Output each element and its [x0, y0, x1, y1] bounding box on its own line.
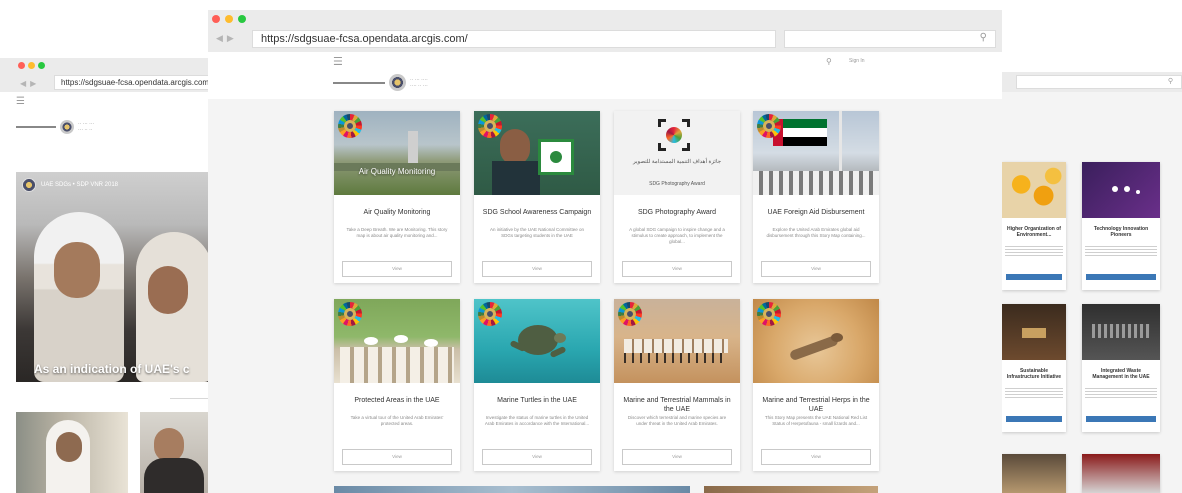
emblem-icon [22, 178, 36, 192]
view-button[interactable]: View [622, 261, 732, 277]
left-window: ☰ ·· ··· ··· ··· ·· ·· UAE SDGs • SDP VNR… [0, 92, 212, 493]
right-card-title: Integrated Waste Management in the UAE [1092, 368, 1150, 380]
card-herps[interactable]: Marine and Terrestrial Herps in the UAE … [753, 299, 879, 471]
card-school-awareness[interactable]: SDG School Awareness Campaign An initiat… [474, 111, 600, 283]
right-card-button[interactable] [1006, 274, 1062, 280]
hero-tag: UAE SDGs • SDP VNR 2018 [22, 178, 118, 192]
screenshot-stage: ◀▶ https://sdgsuae-fcsa.opendata.arcgis.… [0, 0, 1182, 493]
card-description: Investigate the status of marine turtles… [484, 415, 590, 426]
left-thumbnail-2[interactable] [140, 412, 212, 493]
card-description: Discover which terrestrial and marine sp… [627, 415, 727, 426]
right-card-title: Sustainable Infrastructure Initiative [1006, 368, 1062, 380]
search-icon[interactable]: ⚲ [826, 57, 832, 66]
left-hamburger-icon[interactable]: ☰ [16, 96, 25, 107]
card-title: Air Quality Monitoring [363, 209, 431, 216]
card-title: Protected Areas in the UAE [354, 397, 440, 404]
card-air-quality[interactable]: Air Quality Monitoring Air Quality Monit… [334, 111, 460, 283]
close-dot[interactable] [18, 62, 25, 69]
card-protected-areas[interactable]: Protected Areas in the UAE Take a virtua… [334, 299, 460, 471]
right-card-button[interactable] [1086, 274, 1156, 280]
card-mammals[interactable]: Marine and Terrestrial Mammals in the UA… [614, 299, 740, 471]
right-card-title: Higher Organization of Environment... [1007, 226, 1061, 238]
zoom-dot[interactable] [238, 15, 246, 23]
card-image-label: Air Quality Monitoring [358, 167, 436, 176]
left-hero-image[interactable]: UAE SDGs • SDP VNR 2018 As an indication… [16, 172, 212, 382]
card-description: An initiative by the UAE National Commit… [489, 227, 585, 238]
card-row-3-image-1[interactable] [334, 486, 690, 493]
right-card-6[interactable] [1082, 454, 1160, 493]
camera-frame-icon [658, 119, 690, 151]
hero-caption: As an indication of UAE's c [34, 362, 190, 376]
left-divider [170, 398, 210, 399]
sdg-badge-icon [757, 114, 781, 138]
card-description: Take a Deep Breath. We are Monitoring. T… [346, 227, 448, 238]
main-url-text: https://sdgsuae-fcsa.opendata.arcgis.com… [261, 33, 468, 45]
right-card-2[interactable]: Technology Innovation Pioneers [1082, 162, 1160, 290]
sdg-badge-icon [478, 302, 502, 326]
card-title: UAE Foreign Aid Disbursement [767, 209, 865, 216]
left-url-bar[interactable]: https://sdgsuae-fcsa.opendata.arcgis.com… [54, 75, 212, 90]
view-button[interactable]: View [342, 261, 452, 277]
card-description: Take a virtual tour of the United Arab E… [350, 415, 444, 426]
site-logo[interactable]: ·· ··· ···· ···· ·· ··· [333, 74, 428, 91]
card-title: Marine and Terrestrial Herps in the UAE [762, 397, 870, 413]
right-card-button[interactable] [1086, 416, 1156, 422]
right-search-icon[interactable]: ⚲ [1168, 77, 1173, 85]
right-card-1[interactable]: Higher Organization of Environment... [1002, 162, 1066, 290]
left-site-logo[interactable]: ·· ··· ··· ··· ·· ·· [16, 120, 94, 134]
minimize-dot[interactable] [28, 62, 35, 69]
view-button[interactable]: View [622, 449, 732, 465]
hamburger-icon[interactable]: ☰ [333, 55, 343, 68]
zoom-dot[interactable] [38, 62, 45, 69]
left-thumbnail-1[interactable] [16, 412, 128, 493]
card-title: SDG Photography Award [637, 209, 717, 216]
right-card-4[interactable]: Integrated Waste Management in the UAE [1082, 304, 1160, 432]
main-search-bar[interactable]: ⚲ [784, 30, 996, 48]
main-nav-arrows-icon[interactable]: ◀▶ [216, 34, 238, 44]
view-button[interactable]: View [342, 449, 452, 465]
card-title: Marine Turtles in the UAE [497, 397, 577, 404]
card-photography-award[interactable]: جائزة أهداف التنمية المستدامة للتصوير SD… [614, 111, 740, 283]
sdg-badge-icon [338, 114, 362, 138]
card-row-3-image-2[interactable] [704, 486, 878, 493]
view-button[interactable]: View [482, 261, 592, 277]
close-dot[interactable] [212, 15, 220, 23]
card-title: Marine and Terrestrial Mammals in the UA… [623, 397, 731, 413]
card-description: This Story Map presents the UAE National… [764, 415, 868, 426]
left-url-text: https://sdgsuae-fcsa.opendata.arcgis.com… [61, 78, 212, 87]
card-description: Explore the United Arab Emirates global … [766, 227, 866, 238]
left-nav-arrows-icon[interactable]: ◀▶ [20, 79, 40, 88]
right-card-button[interactable] [1006, 416, 1062, 422]
card-title: SDG School Awareness Campaign [482, 209, 592, 216]
award-english-text: SDG Photography Award [649, 181, 705, 187]
sdg-badge-icon [338, 302, 362, 326]
sdg-badge-icon [757, 302, 781, 326]
card-foreign-aid[interactable]: UAE Foreign Aid Disbursement Explore the… [753, 111, 879, 283]
right-card-title: Technology Innovation Pioneers [1093, 226, 1149, 238]
right-search-bar[interactable]: ⚲ [1016, 75, 1182, 89]
right-card-3[interactable]: Sustainable Infrastructure Initiative [1002, 304, 1066, 432]
main-url-bar[interactable]: https://sdgsuae-fcsa.opendata.arcgis.com… [252, 30, 776, 48]
right-window: Higher Organization of Environment... Te… [1002, 92, 1182, 493]
view-button[interactable]: View [761, 261, 871, 277]
right-card-5[interactable] [1002, 454, 1066, 493]
card-description: A global SDG campaign to inspire change … [629, 227, 725, 244]
view-button[interactable]: View [482, 449, 592, 465]
card-marine-turtles[interactable]: Marine Turtles in the UAE Investigate th… [474, 299, 600, 471]
sdg-badge-icon [478, 114, 502, 138]
main-window: ◀▶ https://sdgsuae-fcsa.opendata.arcgis.… [208, 10, 1002, 493]
sign-in-link[interactable]: Sign In [849, 58, 865, 64]
award-arabic-text: جائزة أهداف التنمية المستدامة للتصوير [632, 159, 722, 165]
main-browser-search-icon[interactable]: ⚲ [980, 32, 987, 43]
sdg-badge-icon [618, 302, 642, 326]
minimize-dot[interactable] [225, 15, 233, 23]
view-button[interactable]: View [761, 449, 871, 465]
site-header: ☰ ·· ··· ···· ···· ·· ··· ⚲ Sign In [208, 52, 1002, 99]
